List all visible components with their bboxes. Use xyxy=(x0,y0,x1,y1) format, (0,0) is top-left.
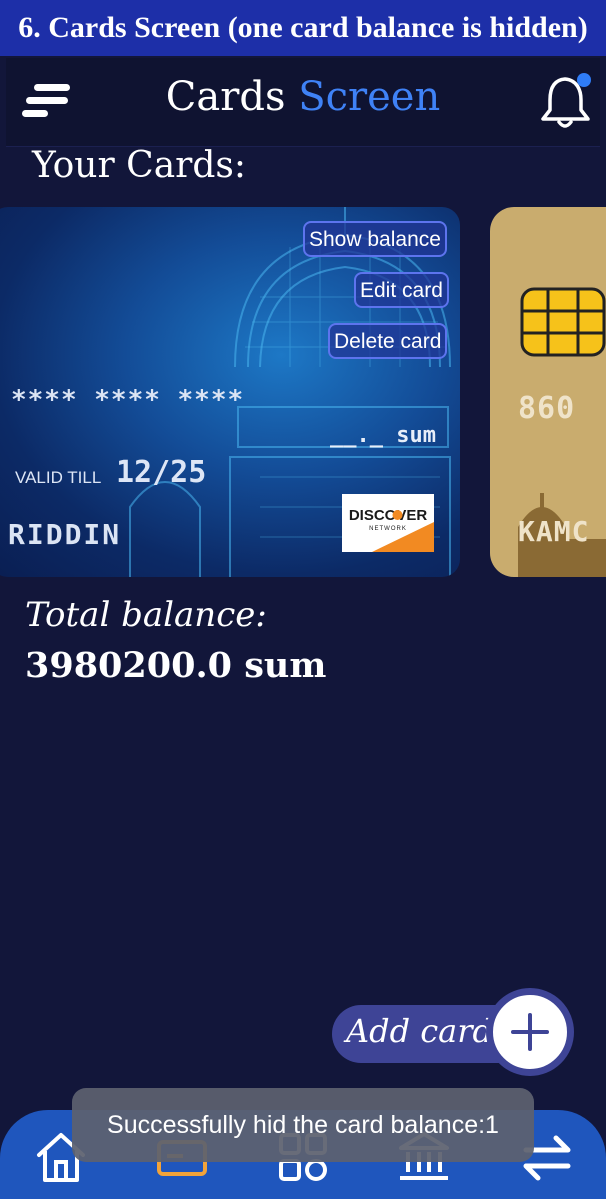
second-card-holder: KAMC xyxy=(518,515,590,548)
discover-network-logo: DISCOVER NETWORK xyxy=(342,494,434,552)
valid-till-date: 12/25 xyxy=(116,455,207,490)
add-card-label[interactable]: Add card: xyxy=(346,1012,504,1050)
page-title: Cards Screen xyxy=(6,74,600,120)
page-title-main: Cards xyxy=(165,74,286,120)
second-card-number: 860 xyxy=(518,391,576,426)
card-holder-name: RIDDIN xyxy=(8,518,122,551)
edit-card-button[interactable]: Edit card xyxy=(354,272,449,308)
chip-icon xyxy=(520,287,606,357)
total-balance-label: Total balance: xyxy=(25,595,267,635)
total-balance-value: 3980200.0 sum xyxy=(25,645,327,686)
discover-logo-text: DISCOVER xyxy=(349,507,428,524)
card-number-masked: **** **** **** xyxy=(11,385,245,415)
card-secondary[interactable]: 860 KAMC xyxy=(490,207,606,577)
card-primary[interactable]: Show balance Edit card Delete card **** … xyxy=(0,207,460,577)
page-title-accent: Screen xyxy=(298,74,441,120)
your-cards-title: Your Cards: xyxy=(32,145,247,186)
bell-icon[interactable] xyxy=(538,70,596,132)
add-card-button[interactable] xyxy=(486,988,574,1076)
discover-logo-subtext: NETWORK xyxy=(369,526,407,532)
show-balance-button[interactable]: Show balance xyxy=(303,221,447,257)
valid-till-label: VALID TILL xyxy=(15,468,102,487)
caption-text: 6. Cards Screen (one card balance is hid… xyxy=(18,11,588,44)
notification-dot xyxy=(577,73,591,87)
app-bar: Cards Screen xyxy=(6,58,600,147)
card-balance-hidden: __._ sum xyxy=(330,423,436,448)
toast-message: Successfully hid the card balance:1 xyxy=(72,1088,534,1162)
plus-icon xyxy=(511,1013,549,1051)
caption-bar: 6. Cards Screen (one card balance is hid… xyxy=(0,0,606,56)
delete-card-button[interactable]: Delete card xyxy=(328,323,448,359)
